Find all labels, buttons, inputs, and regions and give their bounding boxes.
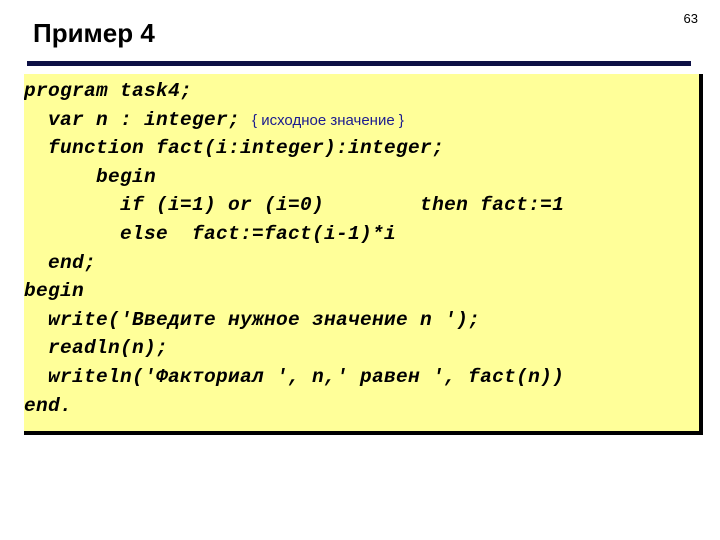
code-text: program task4; (24, 80, 193, 102)
code-line: begin (24, 277, 564, 306)
code-text: readln(n); (24, 337, 169, 360)
code-text: function fact(i:integer):integer; (24, 137, 445, 160)
code-line: end. (24, 392, 564, 421)
code-line: if (i=1) or (i=0) then fact:=1 (24, 191, 564, 220)
code-text: write('Введите нужное значение n '); (24, 308, 481, 331)
code-line: function fact(i:integer):integer; (24, 134, 564, 163)
code-line: write('Введите нужное значение n '); (24, 306, 564, 335)
title-divider (27, 61, 691, 66)
code-text: end. (24, 394, 73, 417)
code-text: begin (24, 280, 85, 303)
code-text: end; (24, 251, 97, 274)
code-line: var n : integer; { исходное значение } (24, 106, 564, 135)
code-text: writeln('Факториал ', n,' равен ', fact(… (24, 365, 565, 388)
code-comment: { исходное значение } (252, 111, 404, 129)
code-line: program task4; (24, 77, 564, 106)
code-text: begin (24, 165, 157, 188)
code-line: begin (24, 163, 564, 192)
page-title: Пример 4 (33, 18, 155, 48)
code-line: writeln('Факториал ', n,' равен ', fact(… (24, 363, 564, 392)
slide: 63 Пример 4 program task4; var n : integ… (0, 0, 720, 540)
code-text: else fact:=fact(i-1)*i (24, 222, 397, 245)
page-number: 63 (683, 11, 698, 26)
code-text: var n : integer; (24, 108, 253, 131)
code-text: if (i=1) or (i=0) then fact:=1 (24, 194, 565, 217)
code-panel: program task4; var n : integer; { исходн… (24, 74, 703, 435)
code-line: else fact:=fact(i-1)*i (24, 220, 564, 249)
code-line: end; (24, 249, 564, 278)
code-line: readln(n); (24, 334, 564, 363)
code-listing: program task4; var n : integer; { исходн… (24, 77, 564, 420)
